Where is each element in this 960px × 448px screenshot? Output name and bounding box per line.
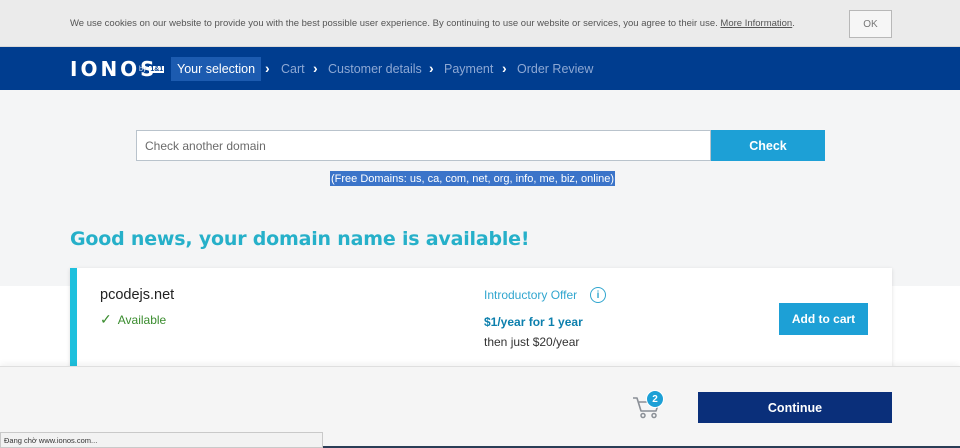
chevron-right-icon: › xyxy=(265,60,270,76)
check-button[interactable]: Check xyxy=(711,130,825,161)
chevron-right-icon: › xyxy=(429,60,434,76)
add-to-cart-button[interactable]: Add to cart xyxy=(779,303,868,335)
free-domains-note: (Free Domains: us, ca, com, net, org, in… xyxy=(330,171,616,186)
renewal-price: then just $20/year xyxy=(484,335,580,349)
browser-status-bar: Đang chờ www.ionos.com... xyxy=(0,432,323,448)
availability-status: ✓ Available xyxy=(100,311,166,328)
availability-headline: Good news, your domain name is available… xyxy=(70,228,530,250)
introductory-offer-label: Introductory Offer xyxy=(484,288,578,302)
cookie-text: We use cookies on our website to provide… xyxy=(70,18,795,29)
cart-count-badge: 2 xyxy=(646,390,664,408)
step-customer-details: Customer details xyxy=(328,62,422,76)
checkmark-icon: ✓ xyxy=(100,311,112,327)
checkout-nav: IONOS by 1&1 Your selection › Cart › Cus… xyxy=(0,47,960,90)
step-order-review: Order Review xyxy=(517,62,594,76)
intro-price: $1/year for 1 year xyxy=(484,315,583,329)
step-payment: Payment xyxy=(444,62,494,76)
cookie-ok-button[interactable]: OK xyxy=(849,10,892,38)
availability-label: Available xyxy=(117,313,167,327)
domain-search-input[interactable]: Check another domain xyxy=(136,130,711,161)
chevron-right-icon: › xyxy=(313,60,318,76)
step-your-selection: Your selection xyxy=(171,57,262,81)
domain-name: pcodejs.net xyxy=(100,287,175,303)
domain-result-card xyxy=(70,268,892,370)
cookie-banner: We use cookies on our website to provide… xyxy=(0,0,960,47)
logo-brand: 1&1 xyxy=(149,66,165,73)
chevron-right-icon: › xyxy=(502,60,507,76)
info-icon[interactable]: i xyxy=(590,287,606,303)
logo-by-text: by xyxy=(139,66,147,73)
continue-button[interactable]: Continue xyxy=(698,392,892,423)
step-cart: Cart xyxy=(281,62,305,76)
logo-byline: by 1&1 xyxy=(139,66,165,73)
cookie-message: We use cookies on our website to provide… xyxy=(70,18,718,29)
more-information-link[interactable]: More Information xyxy=(720,18,792,29)
